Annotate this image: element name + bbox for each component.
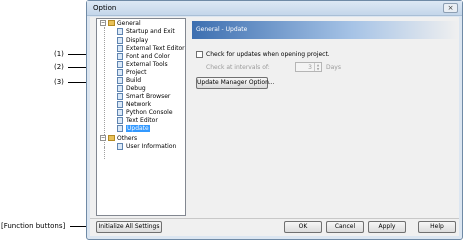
callout-3-label: (3) bbox=[54, 78, 64, 86]
tree-label: External Text Editor bbox=[126, 44, 185, 52]
spinner-arrows-icon: ▲ ▼ bbox=[314, 63, 321, 71]
interval-unit: Days bbox=[326, 64, 341, 71]
page-icon bbox=[117, 92, 123, 100]
tree-item-external-tools[interactable]: External Tools bbox=[117, 60, 168, 68]
tree-label: User Information bbox=[126, 142, 177, 150]
interval-label: Check at intervals of: bbox=[206, 64, 270, 71]
page-icon bbox=[117, 27, 123, 35]
page-icon bbox=[117, 142, 123, 150]
check-updates-label: Check for updates when opening project. bbox=[206, 51, 330, 58]
tree-node-others[interactable]: − Others bbox=[100, 134, 137, 142]
page-icon bbox=[117, 100, 123, 108]
callout-2-label: (2) bbox=[54, 63, 64, 71]
collapse-icon[interactable]: − bbox=[100, 20, 106, 26]
folder-icon bbox=[108, 20, 115, 26]
page-header: General - Update bbox=[192, 21, 459, 39]
page-icon bbox=[117, 60, 123, 68]
collapse-icon[interactable]: − bbox=[100, 135, 106, 141]
callout-1-label: (1) bbox=[54, 50, 64, 58]
tree-item-display[interactable]: Display bbox=[117, 36, 148, 44]
tree-item-network[interactable]: Network bbox=[117, 100, 151, 108]
update-manager-option-button[interactable]: Update Manager Option... bbox=[196, 77, 275, 89]
tree-guide-others bbox=[104, 147, 105, 159]
help-button[interactable]: Help bbox=[418, 221, 456, 233]
tree-node-general[interactable]: − General bbox=[100, 19, 141, 27]
tree-item-python-console[interactable]: Python Console bbox=[117, 108, 173, 116]
tree-label: Smart Browser bbox=[126, 92, 171, 100]
tree-label: Debug bbox=[126, 84, 146, 92]
ok-button[interactable]: OK bbox=[284, 221, 322, 233]
update-icon bbox=[117, 124, 123, 132]
page-icon bbox=[117, 84, 123, 92]
tree-label: Text Editor bbox=[126, 116, 158, 124]
dialog-client: − General Startup and Exit Display Exter… bbox=[90, 17, 459, 236]
tree-item-build[interactable]: Build bbox=[117, 76, 141, 84]
page-icon bbox=[117, 44, 123, 52]
page-icon bbox=[117, 116, 123, 124]
page-icon bbox=[117, 76, 123, 84]
page-icon bbox=[117, 108, 123, 116]
tree-label: Font and Color bbox=[126, 52, 170, 60]
tree-label: Python Console bbox=[126, 108, 173, 116]
tree-item-project[interactable]: Project bbox=[117, 68, 147, 76]
tree-item-user-information[interactable]: User Information bbox=[117, 142, 176, 150]
tree-item-startup-and-exit[interactable]: Startup and Exit bbox=[117, 27, 175, 35]
page-title: General - Update bbox=[196, 26, 248, 33]
tree-item-font-and-color[interactable]: Font and Color bbox=[117, 52, 170, 60]
function-buttons-label: [Function buttons] bbox=[1, 222, 66, 230]
tree-item-update[interactable]: Update bbox=[117, 124, 150, 132]
initialize-all-settings-button[interactable]: Initialize All Settings bbox=[96, 221, 162, 233]
check-updates-row[interactable]: Check for updates when opening project. bbox=[196, 51, 330, 58]
tree-label: Others bbox=[117, 134, 138, 142]
page-icon bbox=[117, 68, 123, 76]
category-tree[interactable]: − General Startup and Exit Display Exter… bbox=[96, 18, 186, 216]
option-dialog: Option × − General Startup and Exit Disp… bbox=[86, 0, 463, 240]
tree-label: Build bbox=[126, 76, 142, 84]
footer-separator bbox=[90, 218, 459, 219]
tree-guide-general bbox=[104, 27, 105, 147]
window-title: Option bbox=[93, 4, 117, 12]
tree-item-external-text-editor[interactable]: External Text Editor bbox=[117, 44, 185, 52]
tree-item-smart-browser[interactable]: Smart Browser bbox=[117, 92, 170, 100]
tree-label: Network bbox=[126, 100, 152, 108]
tree-label: Update bbox=[126, 124, 150, 132]
tree-item-debug[interactable]: Debug bbox=[117, 84, 146, 92]
apply-button[interactable]: Apply bbox=[368, 221, 406, 233]
tree-label: General bbox=[117, 19, 141, 27]
interval-stepper: 3 ▲ ▼ bbox=[295, 62, 322, 72]
tree-label: Project bbox=[126, 68, 147, 76]
tree-label: Display bbox=[126, 36, 149, 44]
tree-label: Startup and Exit bbox=[126, 27, 175, 35]
title-bar: Option × bbox=[87, 1, 462, 16]
tree-item-text-editor[interactable]: Text Editor bbox=[117, 116, 158, 124]
page-icon bbox=[117, 52, 123, 60]
interval-value: 3 bbox=[308, 64, 312, 71]
page-icon bbox=[117, 36, 123, 44]
close-button[interactable]: × bbox=[443, 3, 458, 13]
tree-label: External Tools bbox=[126, 60, 168, 68]
cancel-button[interactable]: Cancel bbox=[326, 221, 364, 233]
check-updates-checkbox[interactable] bbox=[196, 51, 203, 58]
folder-icon bbox=[108, 135, 115, 141]
